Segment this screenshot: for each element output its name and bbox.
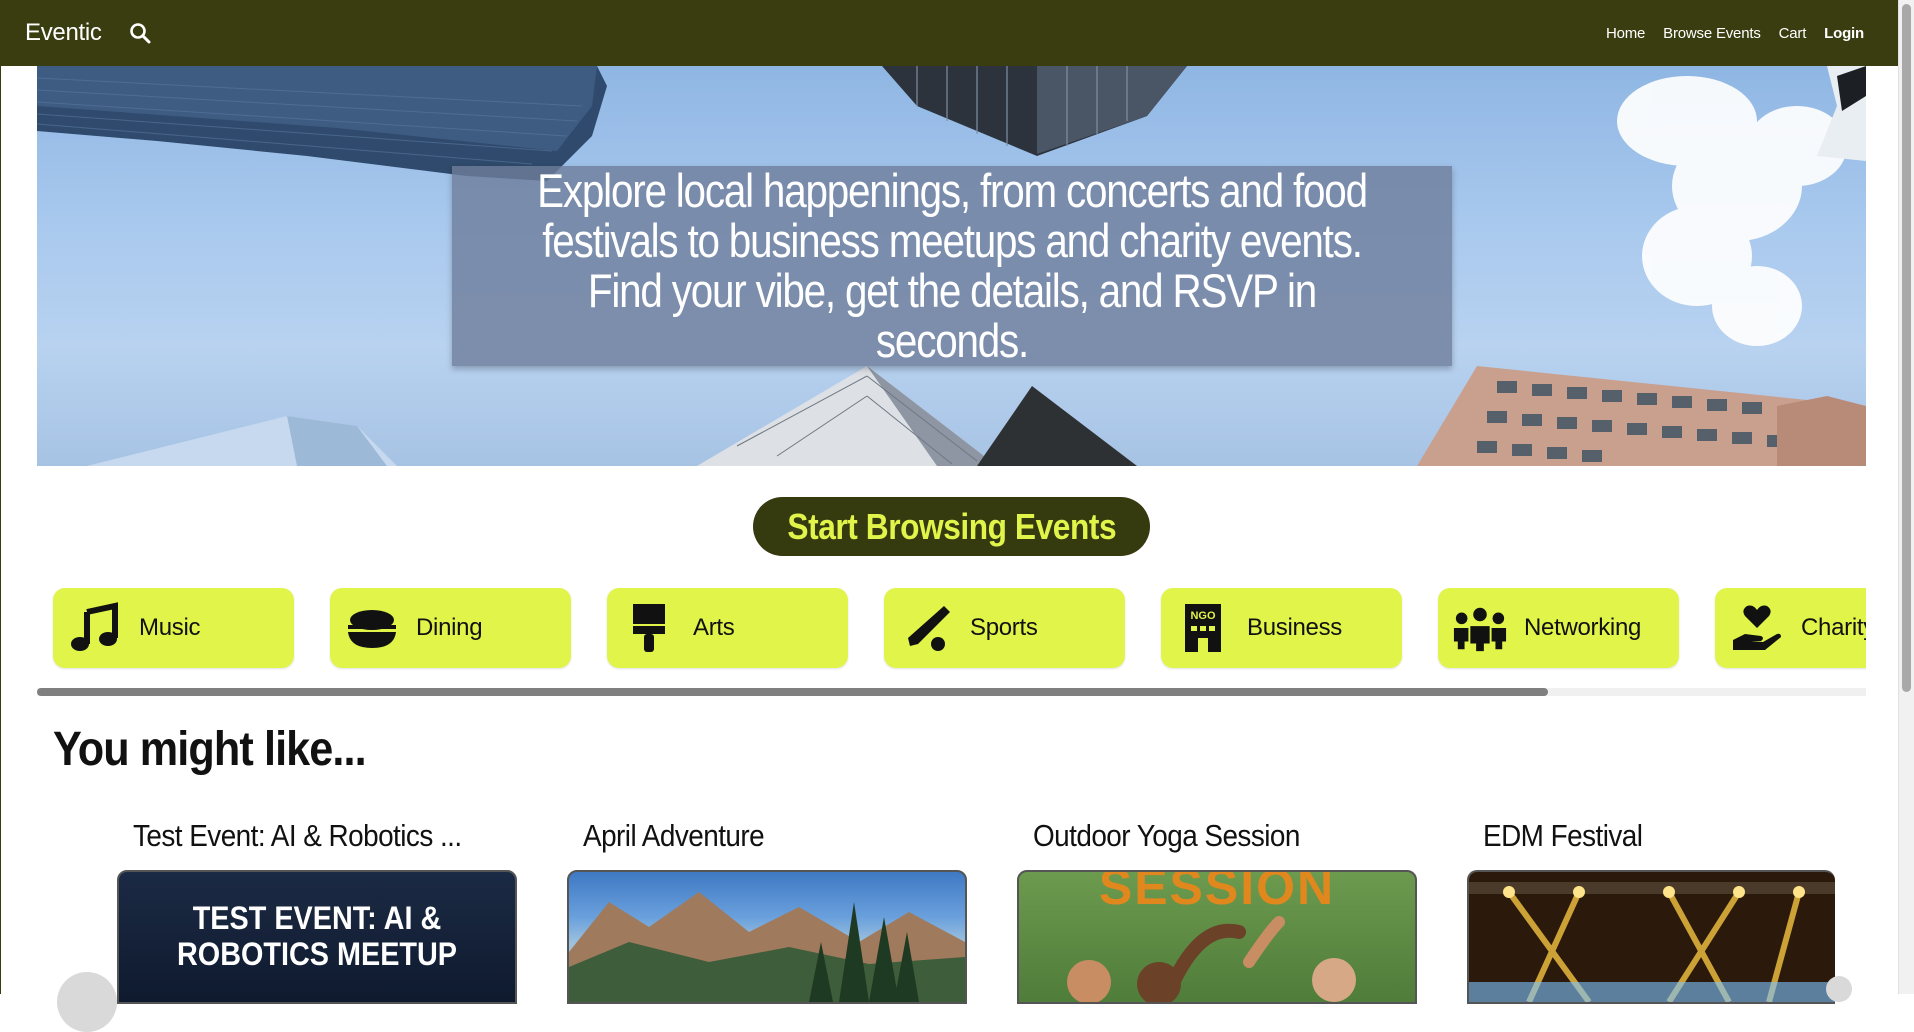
page-scrollbar-track[interactable]: [1898, 0, 1914, 994]
hand-heart-icon: [1729, 600, 1785, 656]
event-title[interactable]: Test Event: AI & Robotics ...: [133, 818, 479, 854]
event-card[interactable]: EDM Festival: [1467, 818, 1867, 1004]
search-icon[interactable]: [127, 20, 153, 46]
hero-tagline: Explore local happenings, from concerts …: [537, 164, 1368, 367]
category-sports[interactable]: Sports: [884, 588, 1125, 668]
people-group-icon: [1452, 600, 1508, 656]
category-carousel: Music Dining Arts Sports NGO Business Ne…: [37, 586, 1866, 672]
category-charity[interactable]: Charity: [1715, 588, 1866, 668]
carousel-next-button[interactable]: [1826, 976, 1852, 1002]
top-navbar: Eventic Home Browse Events Cart Login: [0, 0, 1899, 66]
nav-links: Home Browse Events Cart Login: [1606, 25, 1864, 42]
carousel-prev-button[interactable]: [57, 972, 117, 1032]
category-music[interactable]: Music: [53, 588, 294, 668]
brand-logo[interactable]: Eventic: [25, 19, 102, 47]
event-card[interactable]: Test Event: AI & Robotics ... TEST EVENT…: [117, 818, 517, 1004]
hero-banner: Explore local happenings, from concerts …: [37, 66, 1866, 466]
category-business[interactable]: NGO Business: [1161, 588, 1402, 668]
category-label: Charity: [1801, 614, 1866, 641]
category-label: Business: [1247, 614, 1342, 641]
event-image[interactable]: [567, 870, 967, 1004]
hero-caption-box: Explore local happenings, from concerts …: [452, 166, 1452, 366]
baseball-bat-icon: [898, 600, 954, 656]
event-title[interactable]: EDM Festival: [1483, 818, 1829, 854]
nav-browse-events-link[interactable]: Browse Events: [1663, 25, 1761, 42]
event-image[interactable]: TEST EVENT: AI & ROBOTICS MEETUP: [117, 870, 517, 1004]
music-note-icon: [67, 600, 123, 656]
category-label: Networking: [1524, 614, 1642, 641]
category-scrollbar-thumb[interactable]: [37, 688, 1548, 696]
svg-text:NGO: NGO: [1190, 610, 1216, 622]
event-image[interactable]: SESSION: [1017, 870, 1417, 1004]
page-scrollbar-thumb[interactable]: [1902, 4, 1911, 692]
nav-cart-link[interactable]: Cart: [1779, 25, 1807, 42]
category-label: Music: [139, 614, 201, 641]
category-label: Dining: [416, 614, 483, 641]
category-label: Sports: [970, 614, 1038, 641]
paint-brush-icon: [621, 600, 677, 656]
start-browsing-label: Start Browsing Events: [787, 505, 1116, 547]
event-image-text: TEST EVENT: AI & ROBOTICS MEETUP: [176, 900, 458, 972]
event-title[interactable]: Outdoor Yoga Session: [1033, 818, 1379, 854]
category-networking[interactable]: Networking: [1438, 588, 1679, 668]
building-ngo-icon: NGO: [1175, 600, 1231, 656]
nav-login-link[interactable]: Login: [1824, 25, 1864, 42]
category-arts[interactable]: Arts: [607, 588, 848, 668]
category-label: Arts: [693, 614, 735, 641]
category-dining[interactable]: Dining: [330, 588, 571, 668]
event-card[interactable]: Outdoor Yoga Session SESSION: [1017, 818, 1417, 1004]
start-browsing-button[interactable]: Start Browsing Events: [753, 497, 1150, 556]
event-title[interactable]: April Adventure: [583, 818, 929, 854]
food-bowl-icon: [344, 600, 400, 656]
section-title: You might like...: [53, 723, 367, 776]
window-border: [0, 0, 1, 994]
event-card[interactable]: April Adventure: [567, 818, 967, 1004]
nav-home-link[interactable]: Home: [1606, 25, 1645, 42]
event-image[interactable]: [1467, 870, 1835, 1004]
